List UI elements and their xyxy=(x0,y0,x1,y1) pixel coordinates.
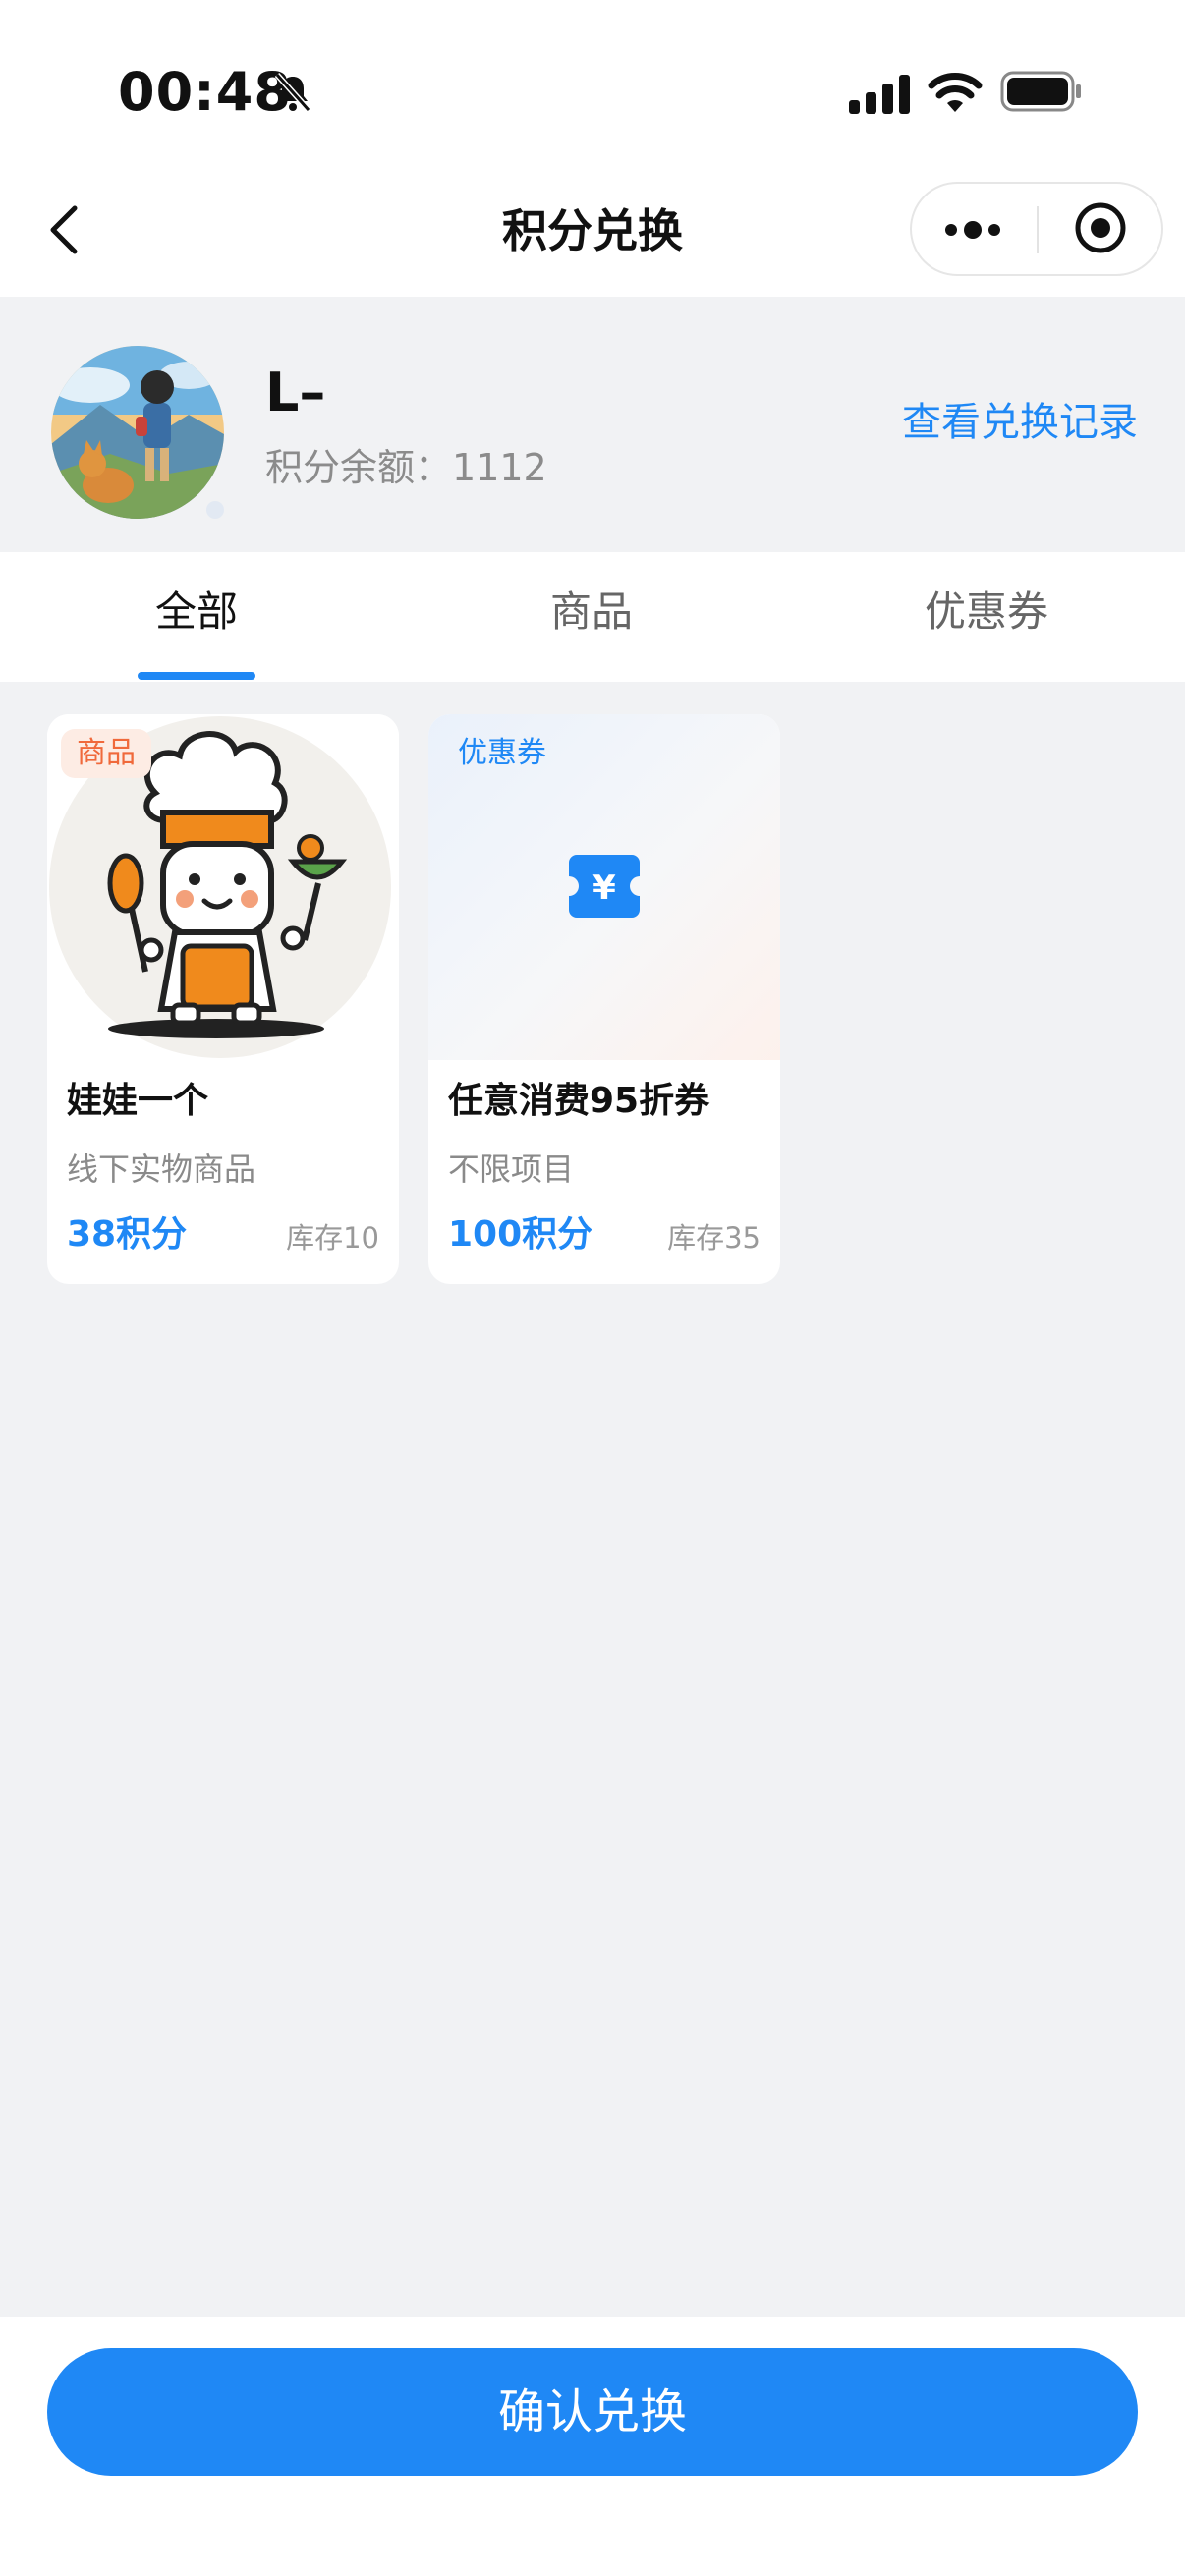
capsule-divider xyxy=(1037,206,1039,253)
item-name: 任意消费95折券 xyxy=(448,1081,710,1121)
username: L– xyxy=(265,362,326,423)
close-target-icon[interactable] xyxy=(1071,198,1130,257)
item-card-goods[interactable]: 商品 娃娃一个 线下实物商品 38积分 库存10 xyxy=(47,714,399,1284)
item-card-coupon[interactable]: ¥ 优惠券 任意消费95折券 不限项目 100积分 库存35 xyxy=(428,714,780,1284)
tab-goods[interactable]: 商品 xyxy=(395,582,788,643)
silent-bell-icon xyxy=(274,73,311,112)
confirm-exchange-button[interactable]: 确认兑换 xyxy=(47,2348,1138,2476)
item-subtitle: 不限项目 xyxy=(448,1150,575,1188)
wifi-icon xyxy=(928,73,983,112)
tab-all[interactable]: 全部 xyxy=(0,582,393,643)
item-price: 38积分 xyxy=(67,1214,188,1255)
avatar-status-dot xyxy=(206,501,224,519)
cellular-signal-icon xyxy=(849,75,910,114)
item-stock: 库存10 xyxy=(286,1221,379,1255)
avatar xyxy=(51,346,224,519)
points-value: 1112 xyxy=(452,446,547,489)
yuan-ticket-icon: ¥ xyxy=(569,855,640,918)
points-balance: 积分余额：1112 xyxy=(265,440,547,495)
item-name: 娃娃一个 xyxy=(67,1081,209,1121)
item-subtitle: 线下实物商品 xyxy=(67,1150,256,1188)
exchange-history-link[interactable]: 查看兑换记录 xyxy=(902,393,1138,452)
tab-coupons[interactable]: 优惠券 xyxy=(790,582,1183,643)
more-dots-icon[interactable] xyxy=(943,218,1002,242)
item-badge: 优惠券 xyxy=(458,736,546,770)
item-price: 100积分 xyxy=(448,1214,593,1255)
svg-text:¥: ¥ xyxy=(592,868,616,908)
battery-icon xyxy=(1000,71,1081,112)
tab-active-indicator xyxy=(138,672,255,680)
status-time: 00:48 xyxy=(118,61,292,123)
item-stock: 库存35 xyxy=(667,1221,761,1255)
points-label: 积分余额： xyxy=(265,446,453,489)
item-badge: 商品 xyxy=(61,729,151,778)
